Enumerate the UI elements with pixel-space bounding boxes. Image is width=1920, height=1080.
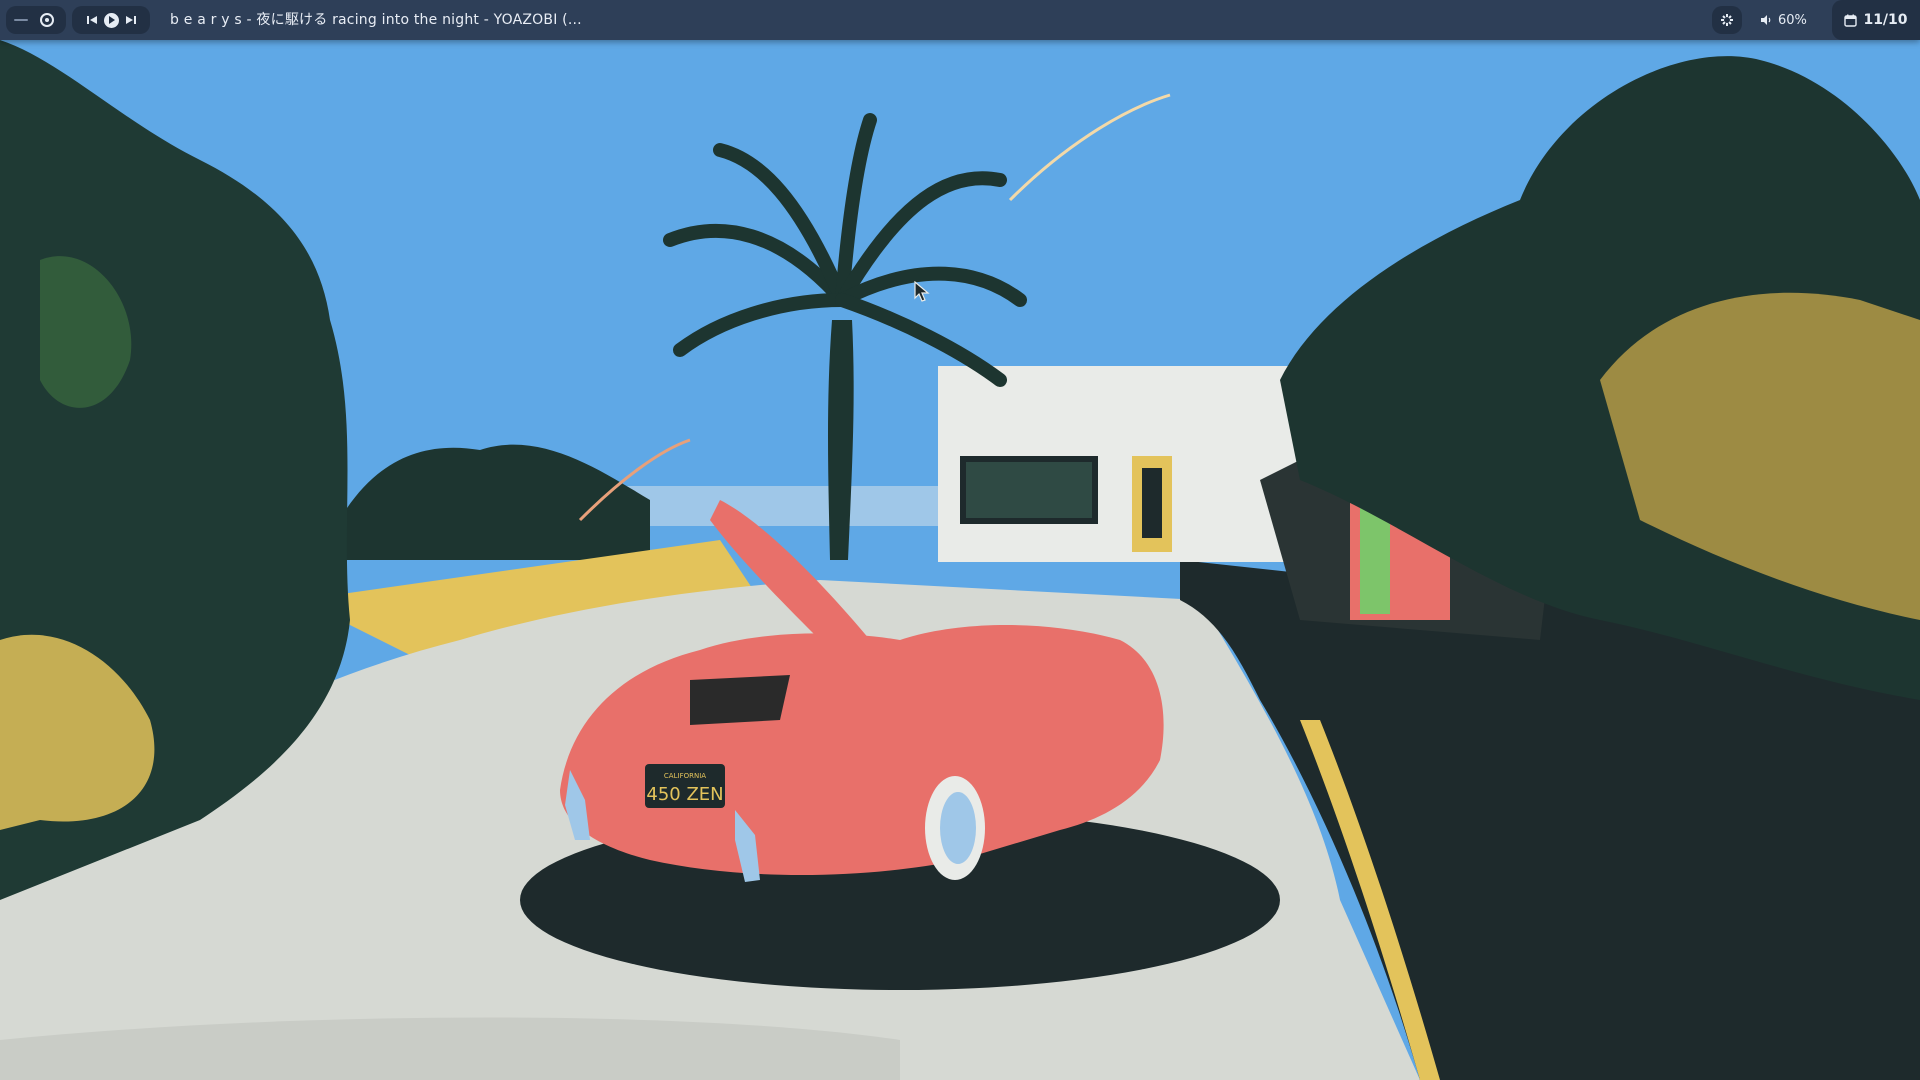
plate-state-text: CALIFORNIA: [664, 772, 706, 780]
skip-previous-icon[interactable]: [86, 14, 98, 26]
desktop-wallpaper: CALIFORNIA 450 ZEN: [0, 0, 1920, 1080]
speaker-icon: [1760, 14, 1772, 26]
tray-area: [1712, 6, 1742, 34]
plate-number-text: 450 ZEN: [646, 784, 723, 805]
workspace-group: [6, 6, 66, 34]
record-icon[interactable]: [40, 13, 54, 27]
top-panel: b e a r y s - 夜に駆ける racing into the nigh…: [0, 0, 1920, 40]
calendar-icon: [1844, 14, 1858, 27]
dash-icon[interactable]: [14, 19, 28, 21]
play-circle-icon[interactable]: [103, 12, 119, 28]
volume-indicator[interactable]: 60%: [1760, 0, 1807, 40]
now-playing-title[interactable]: b e a r y s - 夜に駆ける racing into the nigh…: [170, 0, 582, 40]
date-widget[interactable]: 11/10: [1832, 0, 1920, 40]
skip-next-icon[interactable]: [125, 14, 137, 26]
date-text: 11/10: [1863, 12, 1908, 28]
mouse-pointer-icon: [914, 281, 930, 302]
tray-app-icon[interactable]: [1720, 13, 1734, 27]
media-controls: [72, 6, 150, 34]
volume-level: 60%: [1778, 12, 1807, 28]
